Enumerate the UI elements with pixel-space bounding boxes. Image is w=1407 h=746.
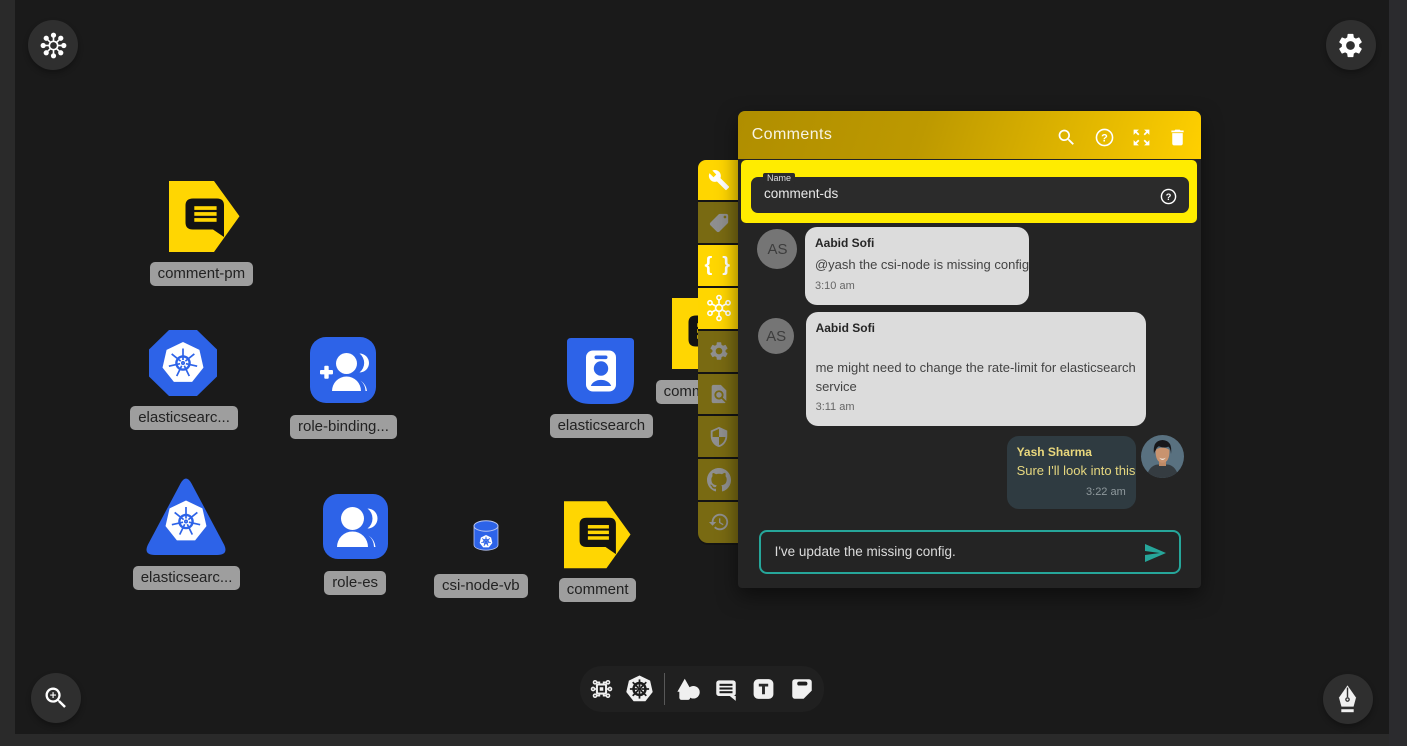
svg-text:?: ? <box>1101 132 1108 144</box>
svg-text:?: ? <box>1166 192 1172 202</box>
